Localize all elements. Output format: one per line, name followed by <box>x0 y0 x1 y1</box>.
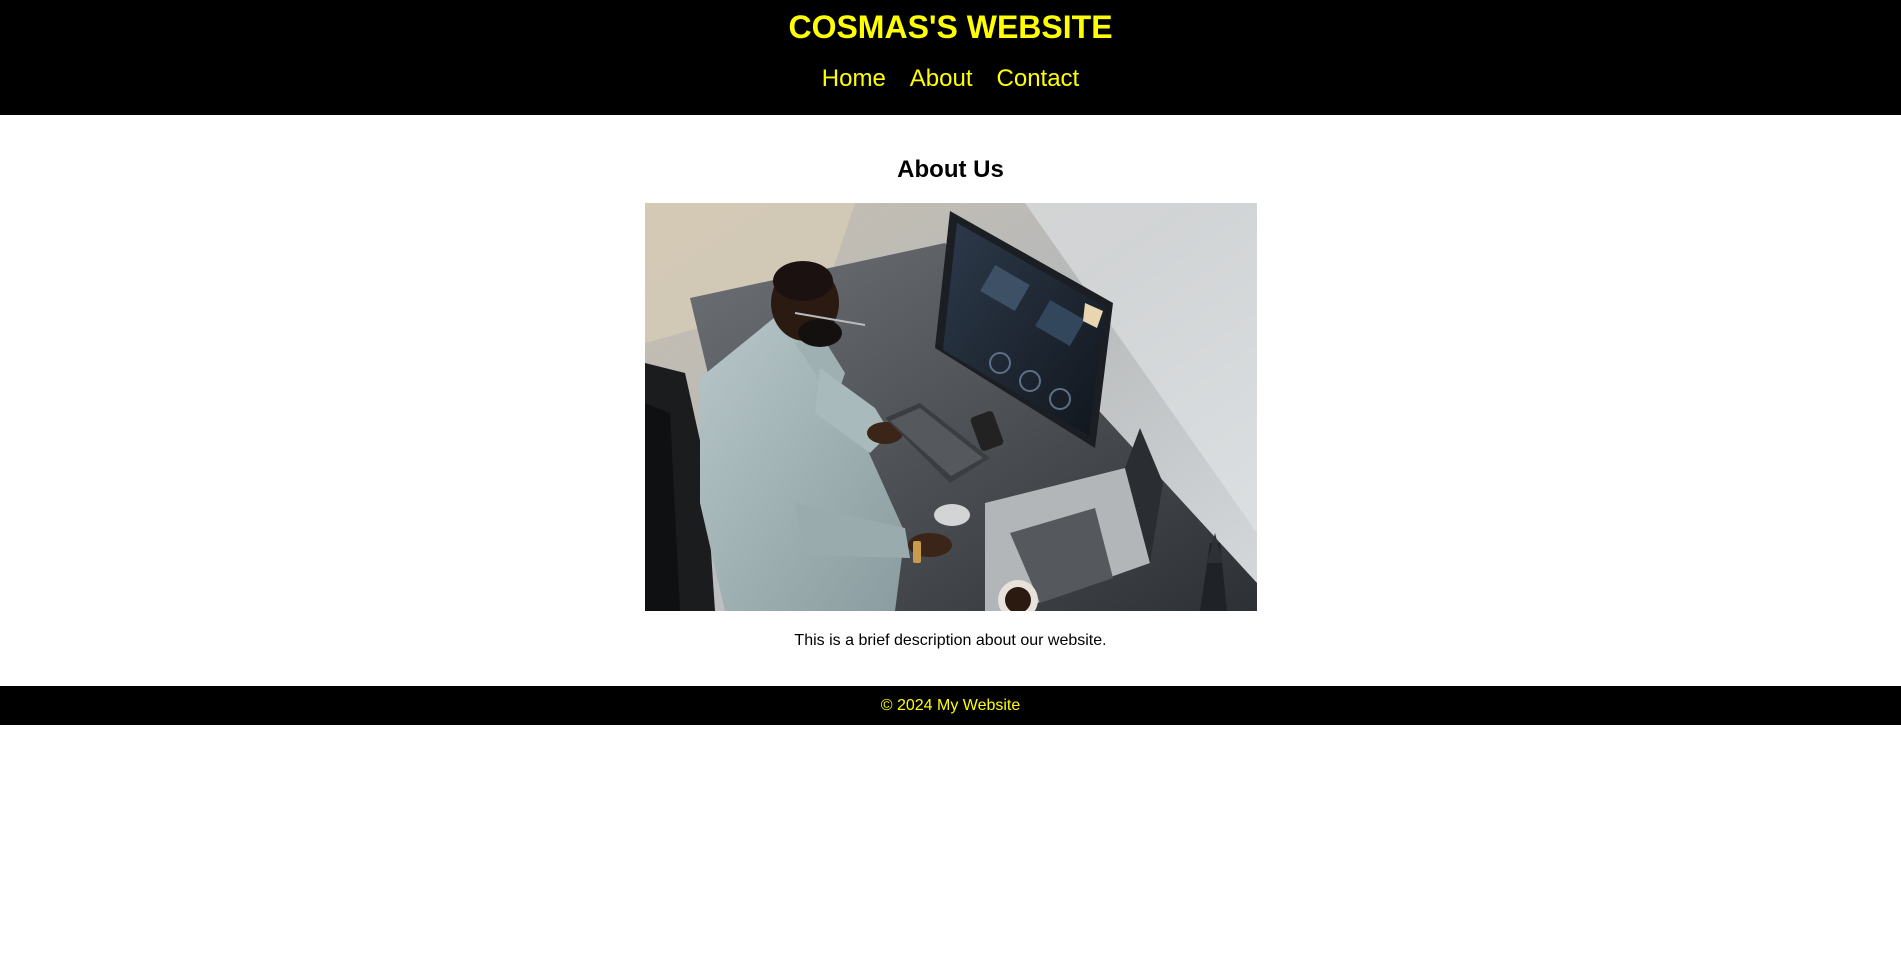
about-image <box>644 203 1257 611</box>
site-footer: © 2024 My Website <box>0 686 1901 725</box>
nav-link-contact[interactable]: Contact <box>997 64 1080 94</box>
footer-copyright: © 2024 My Website <box>880 697 1021 714</box>
site-header: COSMAS'S WEBSITE Home About Contact <box>0 0 1901 115</box>
about-description: This is a brief description about our we… <box>794 632 1107 649</box>
nav-link-about[interactable]: About <box>910 64 973 94</box>
about-heading: About Us <box>897 156 1004 183</box>
nav-link-home[interactable]: Home <box>822 64 886 94</box>
main-content: About Us This is a brief description abo… <box>0 115 1901 651</box>
main-nav: Home About Contact <box>0 64 1901 94</box>
site-title: COSMAS'S WEBSITE <box>788 9 1113 45</box>
